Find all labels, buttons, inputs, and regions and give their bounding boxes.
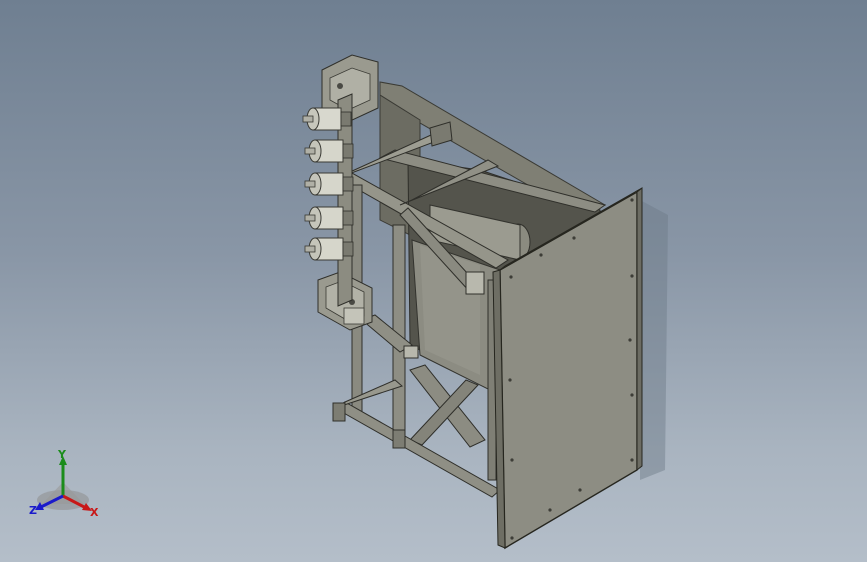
cad-model-frame-assembly[interactable] — [0, 0, 867, 562]
top-bracket-bolt — [337, 83, 343, 89]
front-side-panel-thickness — [636, 186, 643, 472]
base-foot-left — [332, 402, 346, 422]
base-foot-front — [392, 429, 406, 449]
base-rail-front — [334, 401, 501, 498]
triad-x-label: X — [90, 506, 99, 519]
triad-y-label: Y — [58, 448, 66, 461]
panel-shadow — [640, 200, 668, 480]
triad-z-label: Z — [29, 504, 37, 517]
graphics-viewport[interactable]: Y X Z — [0, 0, 867, 562]
hinge-bracket — [465, 271, 485, 295]
bottom-bracket-block — [343, 307, 365, 325]
lower-hinge-bracket — [403, 345, 419, 359]
